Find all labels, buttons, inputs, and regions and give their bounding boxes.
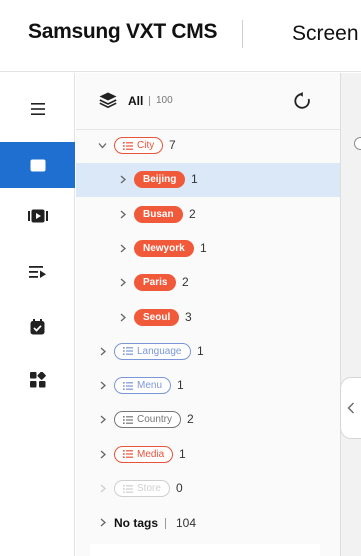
tag-group-chip[interactable]: City [114, 137, 164, 154]
nav-item-content[interactable] [0, 193, 75, 239]
chevron-right-icon[interactable] [118, 244, 127, 253]
panel-bottom-edge [90, 544, 320, 556]
no-tags-label: No tags [114, 516, 159, 531]
tag-label: Beijing [143, 174, 177, 186]
nav-item-screen[interactable] [0, 142, 75, 188]
tag-group-row[interactable]: Language 1 [76, 335, 340, 369]
tag-chip[interactable]: Newyork [134, 239, 194, 257]
layers-icon [99, 92, 117, 108]
tag-chip[interactable]: Busan [134, 205, 183, 223]
chevron-left-icon [347, 402, 354, 414]
tag-group-label: Language [137, 345, 182, 357]
content-icon [27, 209, 48, 223]
tag-group-label: Menu [137, 380, 163, 392]
tag-chip[interactable]: Seoul [134, 308, 180, 326]
count-separator [149, 96, 150, 106]
tag-group-chip[interactable]: Menu [114, 377, 172, 395]
chevron-down-icon[interactable] [98, 141, 107, 150]
chevron-right-icon[interactable] [118, 313, 127, 322]
list-icon [123, 415, 133, 424]
tag-group-label: Store [137, 483, 161, 494]
chevron-right-icon[interactable] [98, 518, 107, 527]
tag-group-label: Media [137, 448, 165, 460]
header-divider [242, 20, 243, 48]
tag-group-chip[interactable]: Media [114, 445, 174, 463]
tag-group-label: City [137, 140, 155, 151]
tag-count: 1 [200, 240, 207, 255]
tag-row[interactable]: Beijing 1 [76, 163, 340, 198]
tree-header: All 100 [76, 73, 340, 130]
chevron-right-icon[interactable] [118, 175, 127, 184]
nav-item-playlist[interactable] [0, 249, 75, 295]
apps-icon [29, 372, 46, 388]
tag-group-count: 1 [177, 378, 184, 393]
tag-count: 2 [189, 206, 196, 221]
no-tags-row[interactable]: No tags 104 [76, 506, 340, 540]
menu-icon [30, 103, 45, 115]
tag-group-chip[interactable]: Store [114, 480, 170, 497]
app-brand: Samsung VXT CMS [28, 20, 218, 43]
tag-label: Newyork [143, 242, 185, 254]
tag-group-chip[interactable]: Country [114, 411, 182, 429]
list-icon [123, 347, 133, 356]
tag-group-chip[interactable]: Language [114, 342, 191, 360]
tag-group-count: 1 [197, 343, 204, 358]
tag-group-row[interactable]: Store 0 [76, 472, 340, 506]
tag-label: Seoul [143, 311, 171, 323]
chevron-right-icon[interactable] [98, 381, 107, 390]
chevron-right-icon[interactable] [118, 210, 127, 219]
chevron-right-icon[interactable] [98, 450, 107, 459]
tag-chip[interactable]: Paris [134, 274, 177, 292]
tag-group-count: 0 [176, 481, 183, 495]
tag-group-row[interactable]: Media 1 [76, 438, 340, 472]
chevron-right-icon[interactable] [98, 415, 107, 424]
count-separator [165, 518, 166, 530]
page-title: Screen [292, 22, 359, 45]
schedule-icon [30, 319, 45, 335]
select-radio[interactable] [354, 137, 361, 150]
list-icon [123, 484, 133, 493]
all-tags-count: 100 [156, 95, 173, 106]
tag-tree-panel: All 100 City 7 Beijing 1 Busan 2 Newyork 1 Paris… [76, 73, 340, 556]
all-tags-label[interactable]: All [128, 94, 143, 108]
nav-sidebar [0, 73, 75, 556]
chevron-right-icon[interactable] [118, 278, 127, 287]
tag-count: 3 [185, 309, 192, 324]
nav-item-schedule[interactable] [0, 304, 75, 350]
list-icon [123, 450, 133, 459]
tag-group-count: 7 [169, 138, 176, 152]
tag-group-count: 2 [187, 412, 194, 427]
tag-count: 1 [191, 172, 198, 187]
screen-content-pane [340, 73, 361, 556]
chevron-right-icon[interactable] [98, 347, 107, 356]
chevron-right-icon[interactable] [98, 484, 107, 493]
tag-row[interactable]: Seoul 3 [76, 301, 340, 335]
tag-count: 2 [182, 275, 189, 290]
tag-row[interactable]: Paris 2 [76, 266, 340, 300]
top-bar: Samsung VXT CMS Screen [0, 0, 361, 72]
list-icon [123, 381, 133, 390]
tag-chip[interactable]: Beijing [134, 171, 186, 189]
panel-collapse-button[interactable] [340, 377, 361, 439]
tag-row[interactable]: Busan 2 [76, 198, 340, 232]
tag-group-row[interactable]: Menu 1 [76, 369, 340, 403]
nav-item-apps[interactable] [0, 357, 75, 403]
refresh-icon[interactable] [293, 92, 311, 110]
nav-menu-toggle[interactable] [0, 86, 75, 132]
tag-group-count: 1 [179, 446, 186, 461]
tag-group-label: Country [137, 414, 173, 426]
screen-icon [30, 159, 45, 171]
no-tags-count: 104 [176, 516, 197, 531]
tag-group-row[interactable]: City 7 [76, 129, 340, 163]
tag-row[interactable]: Newyork 1 [76, 232, 340, 266]
playlist-icon [29, 266, 46, 278]
list-icon [123, 141, 133, 150]
tag-group-row[interactable]: Country 2 [76, 403, 340, 437]
tag-label: Paris [143, 277, 168, 289]
tag-label: Busan [143, 208, 174, 220]
